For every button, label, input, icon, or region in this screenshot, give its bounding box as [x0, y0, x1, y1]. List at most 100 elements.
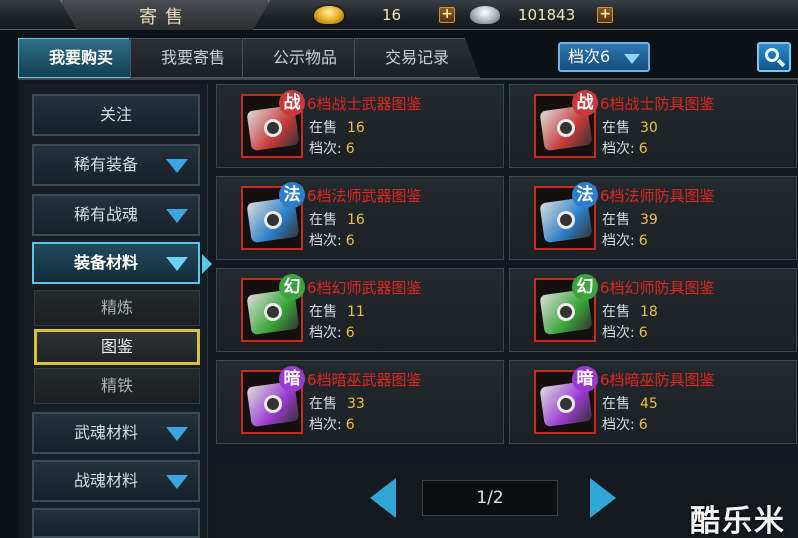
silver-value: 101843: [518, 6, 576, 24]
on-sale-label: 在售: [602, 120, 630, 136]
item-card[interactable]: 法 6档法师武器图鉴 在售 16 档次: 6: [216, 176, 504, 260]
item-card[interactable]: 法 6档法师防具图鉴 在售 39 档次: 6: [509, 176, 797, 260]
on-sale-label: 在售: [309, 120, 337, 136]
sidebar-item-label: 装备材料: [74, 253, 139, 272]
class-badge: 法: [572, 182, 598, 208]
chevron-down-icon: [166, 475, 188, 489]
chevron-down-icon: [624, 54, 640, 64]
sidebar-subitem-iron[interactable]: 精铁: [34, 368, 200, 404]
grade-label: 档次:: [602, 233, 635, 249]
item-name: 6档法师武器图鉴: [307, 187, 422, 205]
grade-label: 档次:: [309, 233, 342, 249]
on-sale-row: 在售 11: [309, 301, 365, 321]
class-badge: 幻: [279, 274, 305, 300]
gold-value: 16: [382, 6, 402, 24]
item-card[interactable]: 暗 6档暗巫武器图鉴 在售 33 档次: 6: [216, 360, 504, 444]
grade-row: 档次: 6: [602, 230, 648, 250]
top-bar: 寄售 16 + 101843 +: [0, 0, 798, 30]
title-plate: 寄售: [60, 0, 270, 30]
category-sidebar: 关注 稀有装备 稀有战魂 装备材料 精炼 图鉴 精铁 武魂材料 战魂材料: [24, 84, 208, 538]
seal-icon: [262, 209, 284, 231]
grade-filter-dropdown[interactable]: 档次6: [558, 42, 650, 72]
grade-value: 6: [638, 233, 648, 249]
add-gold-button[interactable]: +: [439, 7, 456, 23]
item-card[interactable]: 幻 6档幻师防具图鉴 在售 18 档次: 6: [509, 268, 797, 352]
on-sale-count: 18: [640, 304, 658, 320]
item-icon: 战: [534, 90, 598, 158]
grade-row: 档次: 6: [309, 322, 355, 342]
grade-value: 6: [638, 141, 648, 157]
on-sale-row: 在售 33: [309, 393, 365, 413]
sidebar-subitem-atlas[interactable]: 图鉴: [34, 329, 200, 365]
item-icon: 法: [241, 182, 305, 250]
seal-icon: [262, 117, 284, 139]
item-name: 6档战士防具图鉴: [600, 95, 715, 113]
grade-value: 6: [345, 233, 355, 249]
grade-filter-label: 档次6: [568, 47, 611, 66]
sidebar-item-rare-soul[interactable]: 稀有战魂: [32, 194, 200, 236]
class-badge: 战: [572, 90, 598, 116]
gold-currency: 16 +: [314, 4, 456, 26]
on-sale-count: 45: [640, 396, 658, 412]
sidebar-item-war-soul-material[interactable]: 战魂材料: [32, 460, 200, 502]
grade-label: 档次:: [309, 141, 342, 157]
item-name: 6档幻师武器图鉴: [307, 279, 422, 297]
item-name: 6档暗巫武器图鉴: [307, 371, 422, 389]
search-button[interactable]: [757, 42, 791, 72]
on-sale-count: 16: [347, 212, 365, 228]
sidebar-item-soul-material[interactable]: 武魂材料: [32, 412, 200, 454]
on-sale-label: 在售: [309, 396, 337, 412]
item-name: 6档幻师防具图鉴: [600, 279, 715, 297]
grade-row: 档次: 6: [602, 414, 648, 434]
sidebar-item-label: 战魂材料: [74, 471, 139, 490]
sidebar-item-partial[interactable]: [32, 508, 200, 538]
sidebar-item-rare-equipment[interactable]: 稀有装备: [32, 144, 200, 186]
tab-row: 我要购买 我要寄售 公示物品 交易记录 档次6: [18, 38, 798, 78]
item-icon: 幻: [241, 274, 305, 342]
on-sale-row: 在售 30: [602, 117, 658, 137]
grade-label: 档次:: [602, 325, 635, 341]
on-sale-row: 在售 45: [602, 393, 658, 413]
next-page-icon[interactable]: [590, 478, 616, 518]
chevron-down-icon: [166, 427, 188, 441]
item-icon: 暗: [534, 366, 598, 434]
grade-label: 档次:: [309, 325, 342, 341]
on-sale-row: 在售 18: [602, 301, 658, 321]
seal-icon: [555, 209, 577, 231]
tab-sell[interactable]: 我要寄售: [130, 38, 256, 78]
grade-value: 6: [345, 417, 355, 433]
item-card[interactable]: 幻 6档幻师武器图鉴 在售 11 档次: 6: [216, 268, 504, 352]
grade-label: 档次:: [602, 417, 635, 433]
sidebar-subitem-refine[interactable]: 精炼: [34, 290, 200, 326]
sidebar-item-label: 稀有战魂: [74, 205, 139, 224]
class-badge: 暗: [572, 366, 598, 392]
prev-page-icon[interactable]: [370, 478, 396, 518]
tab-public-items[interactable]: 公示物品: [242, 38, 368, 78]
on-sale-row: 在售 39: [602, 209, 658, 229]
on-sale-count: 39: [640, 212, 658, 228]
grade-row: 档次: 6: [602, 138, 648, 158]
on-sale-label: 在售: [309, 212, 337, 228]
item-card[interactable]: 暗 6档暗巫防具图鉴 在售 45 档次: 6: [509, 360, 797, 444]
item-name: 6档法师防具图鉴: [600, 187, 715, 205]
grade-row: 档次: 6: [309, 230, 355, 250]
add-silver-button[interactable]: +: [597, 7, 614, 23]
item-card[interactable]: 战 6档战士防具图鉴 在售 30 档次: 6: [509, 84, 797, 168]
tab-buy[interactable]: 我要购买: [18, 38, 144, 78]
sidebar-item-equip-material[interactable]: 装备材料: [32, 242, 200, 284]
sidebar-item-follow[interactable]: 关注: [32, 94, 200, 136]
seal-icon: [555, 393, 577, 415]
item-icon: 法: [534, 182, 598, 250]
item-name: 6档战士武器图鉴: [307, 95, 422, 113]
on-sale-count: 33: [347, 396, 365, 412]
selection-pointer-icon: [202, 254, 212, 274]
class-badge: 幻: [572, 274, 598, 300]
page-title: 寄售: [139, 7, 191, 28]
sidebar-item-label: 武魂材料: [74, 423, 139, 442]
tab-trade-history[interactable]: 交易记录: [354, 38, 480, 78]
on-sale-label: 在售: [602, 396, 630, 412]
class-badge: 暗: [279, 366, 305, 392]
watermark-logo: 酷乐米: [690, 504, 786, 538]
item-card[interactable]: 战 6档战士武器图鉴 在售 16 档次: 6: [216, 84, 504, 168]
gold-ingot-icon: [314, 6, 344, 24]
